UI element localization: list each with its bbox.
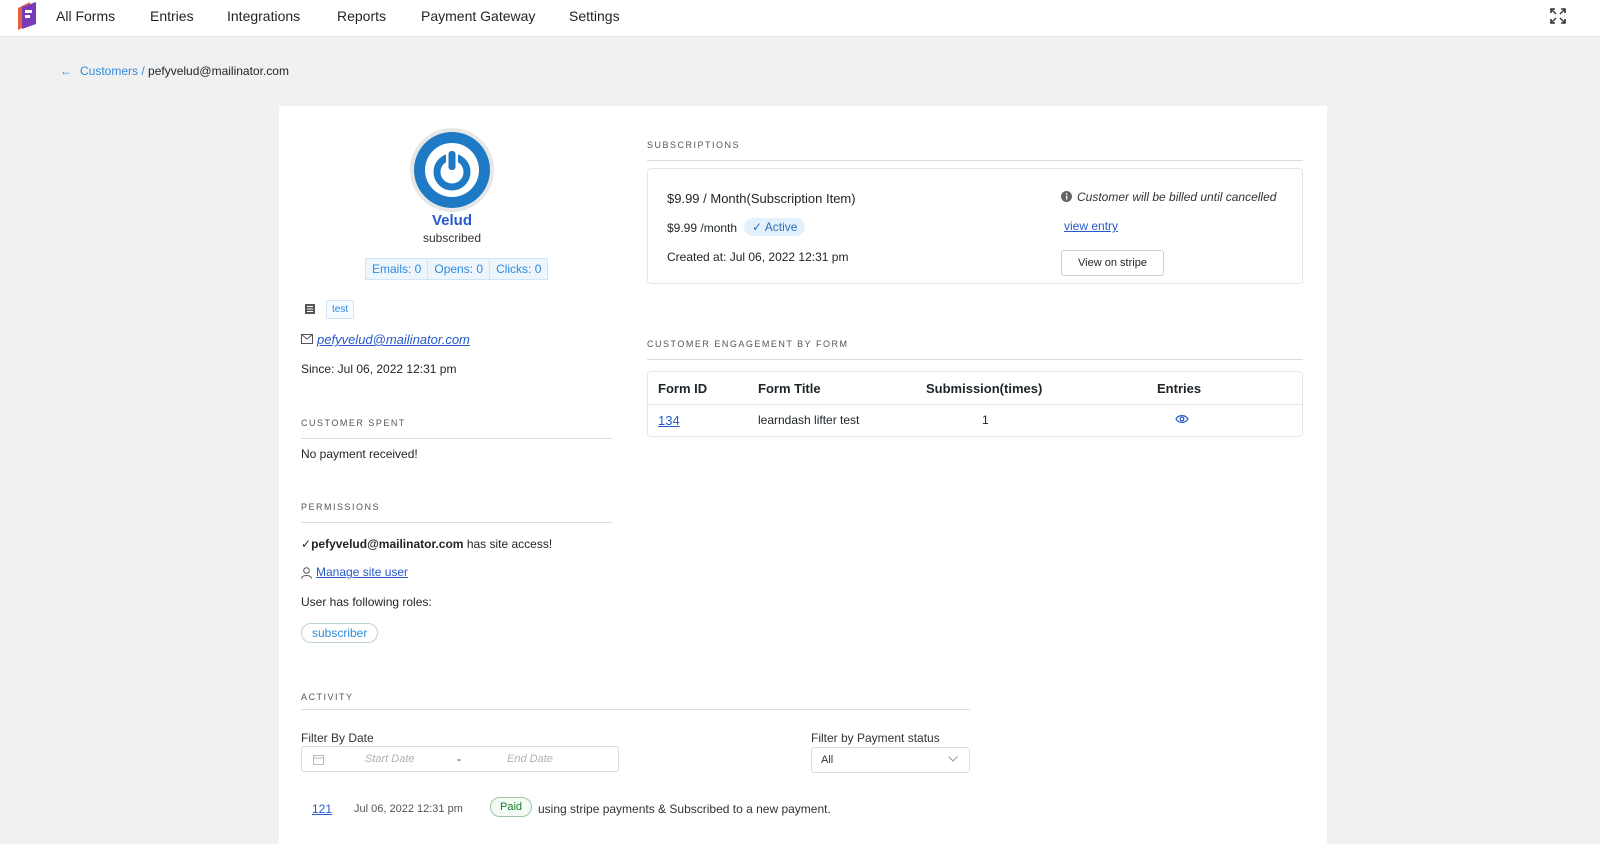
engagement-title: CUSTOMER ENGAGEMENT BY FORM [647,339,849,349]
divider [647,359,1303,360]
divider [301,438,612,439]
divider [647,160,1303,161]
payment-status-select[interactable]: All [811,747,970,773]
calendar-icon [313,755,324,765]
subscription-card: $9.99 / Month(Subscription Item) $9.99 /… [647,168,1303,284]
activity-title: ACTIVITY [301,692,354,702]
billing-note: Customer will be billed until cancelled [1077,190,1277,204]
col-form-title: Form Title [758,381,821,396]
check-icon: ✓ [301,537,312,551]
date-separator: - [457,752,461,766]
chevron-down-icon [948,756,958,762]
stat-emails: Emails: 0 [366,259,429,279]
list-icon [305,304,315,314]
manage-site-user-link[interactable]: Manage site user [316,565,408,579]
start-date-input[interactable]: Start Date [365,753,415,765]
nav-entries[interactable]: Entries [150,8,194,24]
submissions-cell: 1 [982,413,989,427]
roles-text: User has following roles: [301,595,432,609]
power-icon [425,143,479,197]
tag-badge[interactable]: test [326,300,355,319]
subscription-item: $9.99 / Month(Subscription Item) [667,191,856,206]
nav-settings[interactable]: Settings [569,8,620,24]
stat-clicks: Clicks: 0 [496,262,542,276]
filter-date-label: Filter By Date [301,731,374,745]
engagement-table: Form ID Form Title Submission(times) Ent… [647,371,1303,437]
back-arrow-icon[interactable]: ← [60,64,72,78]
col-form-id: Form ID [658,381,708,396]
site-access-text: has site access! [463,537,553,551]
col-entries: Entries [1157,381,1202,396]
customer-status: subscribed [422,231,482,245]
form-title-cell: learndash lifter test [758,413,860,427]
permissions-title: PERMISSIONS [301,502,381,512]
divider [301,522,612,523]
customer-card: Velud subscribed Emails: 0 Opens: 0 Clic… [279,106,1327,844]
permission-user-email: pefyvelud@mailinator.com [311,537,464,551]
role-badge: subscriber [301,623,379,643]
form-id-link[interactable]: 134 [658,413,680,428]
email-stats: Emails: 0 Opens: 0 Clicks: 0 [365,258,549,280]
customer-email-link[interactable]: pefyvelud@mailinator.com [317,332,470,347]
view-on-stripe-button[interactable]: View on stripe [1061,250,1164,276]
paid-badge: Paid [490,797,533,817]
status-badge: ✓ Active [744,218,806,236]
status-badge-label: Active [764,220,798,234]
avatar [410,128,494,212]
divider [301,709,970,710]
end-date-input[interactable]: End Date [507,753,553,765]
subscription-price: $9.99 /month [667,221,738,235]
activity-entry-link[interactable]: 121 [312,802,332,816]
site-access-line: ✓pefyvelud@mailinator.com has site acces… [301,537,552,551]
mail-icon [301,334,313,344]
subscription-created: Created at: Jul 06, 2022 12:31 pm [667,250,849,264]
subscriptions-title: SUBSCRIPTIONS [647,140,741,150]
customer-since: Since: Jul 06, 2022 12:31 pm [301,362,457,376]
nav-integrations[interactable]: Integrations [227,8,300,24]
stat-opens: Opens: 0 [428,259,491,279]
activity-date: Jul 06, 2022 12:31 pm [354,803,463,815]
breadcrumb-customers[interactable]: Customers / [80,64,145,78]
customer-name: Velud [431,212,472,229]
nav-all-forms[interactable]: All Forms [56,8,115,24]
breadcrumb-current: pefyvelud@mailinator.com [148,64,289,78]
top-navigation: All Forms Entries Integrations Reports P… [0,0,1600,37]
nav-payment-gateway[interactable]: Payment Gateway [421,8,535,24]
customer-spent-title: CUSTOMER SPENT [301,418,406,428]
filter-status-label: Filter by Payment status [811,731,940,745]
eye-icon[interactable] [1175,414,1189,424]
date-range-picker[interactable]: Start Date - End Date [301,746,619,772]
app-logo-icon[interactable] [16,2,36,31]
payment-status-value: All [821,754,834,766]
activity-description: using stripe payments & Subscribed to a … [538,802,831,816]
col-submissions: Submission(times) [926,381,1043,396]
breadcrumb: ← Customers / pefyvelud@mailinator.com [60,64,289,78]
nav-reports[interactable]: Reports [337,8,386,24]
user-icon [301,567,312,579]
fullscreen-icon[interactable] [1550,8,1566,24]
customer-spent-text: No payment received! [301,447,418,461]
view-entry-link[interactable]: view entry [1064,219,1118,233]
info-icon [1061,191,1072,202]
